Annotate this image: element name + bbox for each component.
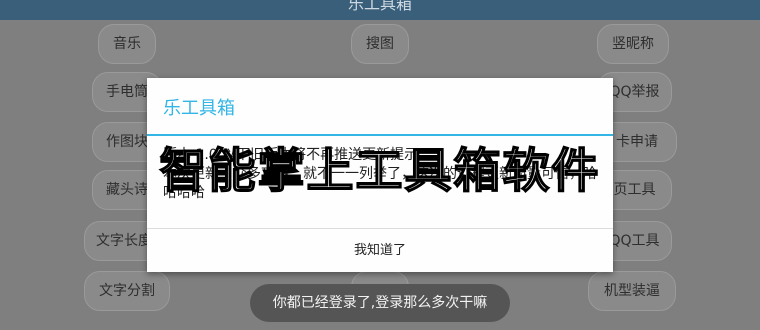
tool-music-button[interactable]: 音乐 xyxy=(98,24,156,64)
tool-search-image-button[interactable]: 搜图 xyxy=(351,24,409,64)
dialog-title: 乐工具箱 xyxy=(163,98,235,119)
dialog-ok-button[interactable]: 我知道了 xyxy=(147,229,613,272)
watermark-caption: 智能掌上工具箱软件 xyxy=(159,143,601,200)
tool-text-split-button[interactable]: 文字分割 xyxy=(84,271,170,311)
app-title: 乐工具箱 xyxy=(347,0,412,13)
tool-model-fake-button[interactable]: 机型装逼 xyxy=(588,271,676,311)
tool-vertical-nickname-button[interactable]: 竖昵称 xyxy=(597,24,669,64)
toast-message: 你都已经登录了,登录那么多次干嘛 xyxy=(250,284,510,322)
app-title-bar: 乐工具箱 xyxy=(0,0,760,20)
